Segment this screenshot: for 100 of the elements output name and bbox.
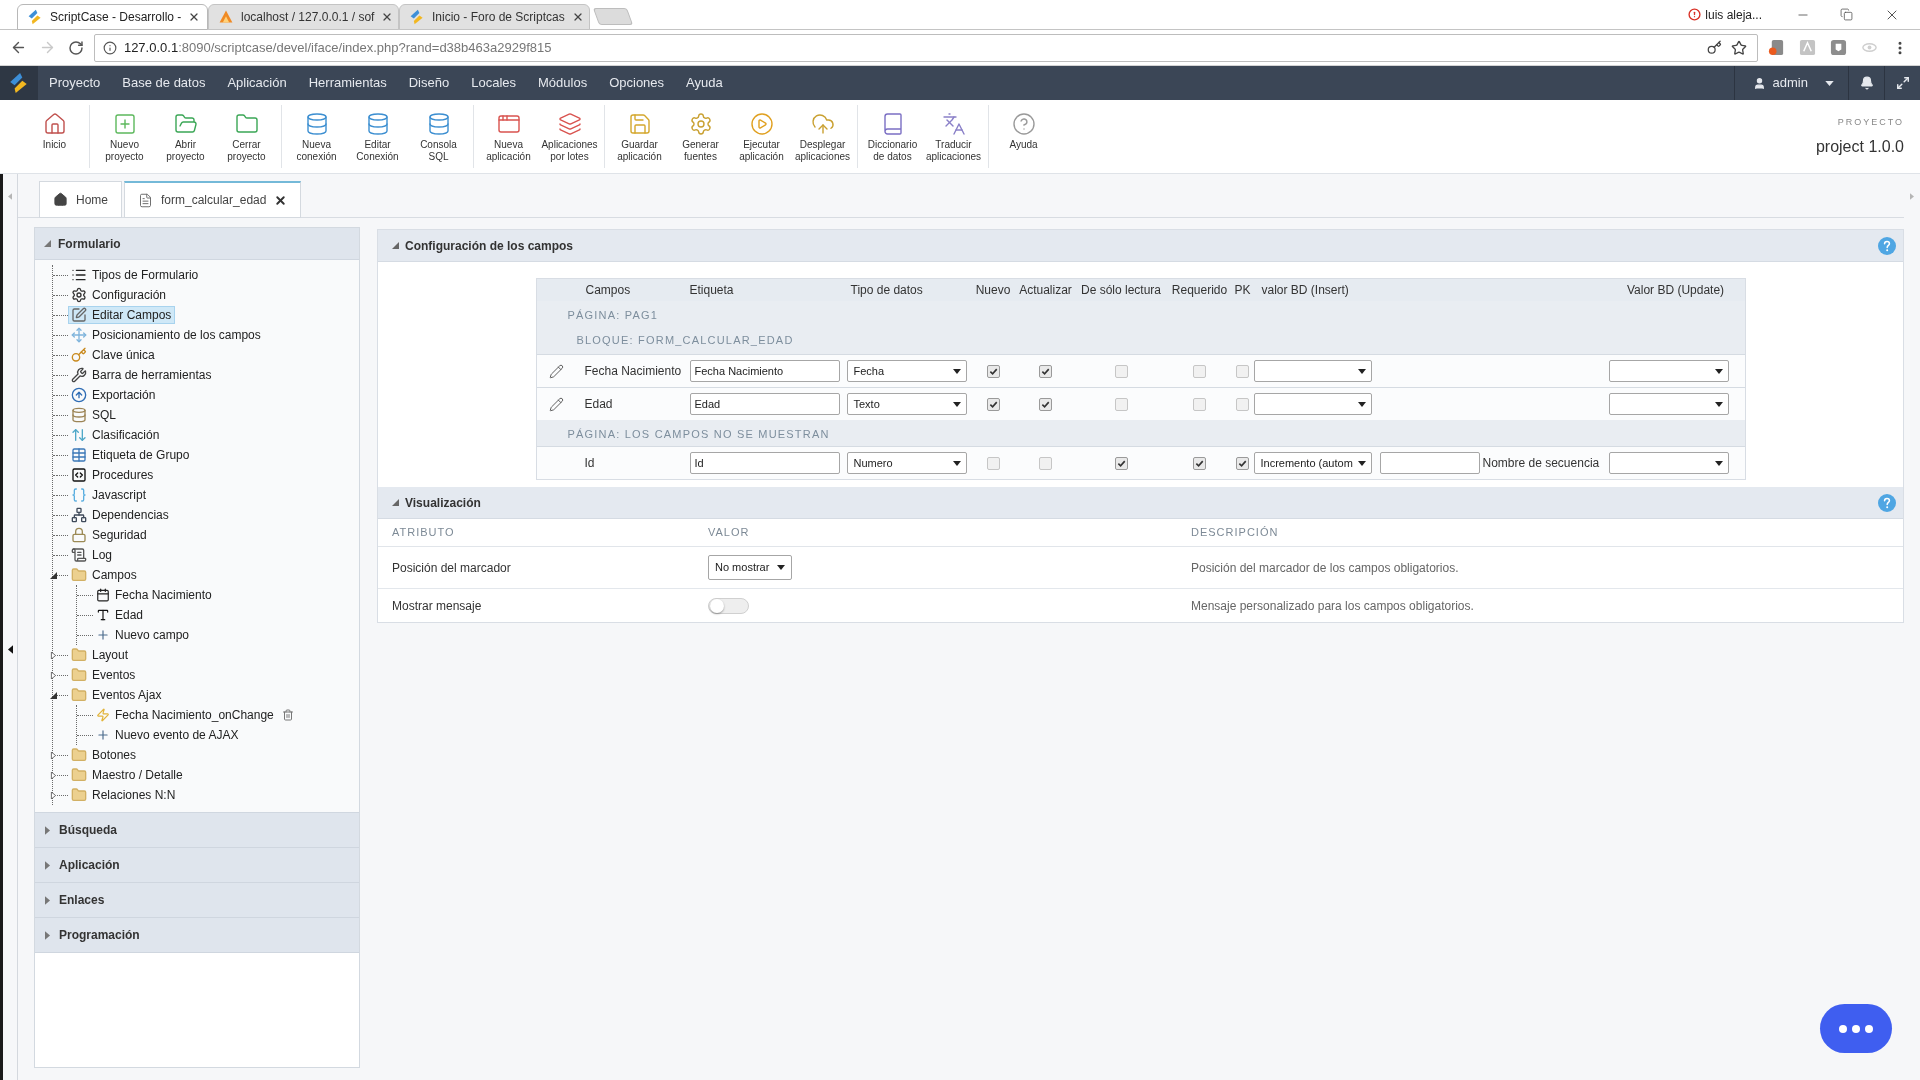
tree-item[interactable]: Barra de herramientas xyxy=(68,366,216,384)
checkbox[interactable] xyxy=(1236,456,1249,470)
checkbox[interactable] xyxy=(1114,397,1128,411)
menu-item[interactable]: Opciones xyxy=(598,66,676,100)
reload-icon[interactable] xyxy=(67,39,84,56)
toolbar-button[interactable]: Generar fuentes xyxy=(670,100,731,173)
collapse-triangle-icon[interactable] xyxy=(7,644,13,654)
tree-item[interactable]: Eventos Ajax xyxy=(68,686,166,704)
toolbar-button[interactable]: Guardar aplicación xyxy=(609,100,670,173)
section-header[interactable]: Aplicación xyxy=(35,848,359,883)
toolbar-button[interactable]: Traducir aplicaciones xyxy=(923,100,984,173)
section-header[interactable]: Búsqueda xyxy=(35,813,359,848)
menu-item[interactable]: Módulos xyxy=(527,66,599,100)
toolbar-button[interactable]: Inicio xyxy=(24,100,85,173)
toolbar-button[interactable]: Nueva aplicación xyxy=(478,100,539,173)
expand-triangle-icon[interactable] xyxy=(49,751,57,759)
toolbar-button[interactable]: Desplegar aplicaciones xyxy=(792,100,853,173)
toolbar-button[interactable]: Diccionario de datos xyxy=(862,100,923,173)
toolbar-button[interactable]: Editar Conexión xyxy=(347,100,408,173)
tree-item[interactable]: Nuevo evento de AJAX xyxy=(93,726,243,744)
tree-item[interactable]: Etiqueta de Grupo xyxy=(68,446,194,464)
toggle-switch[interactable] xyxy=(708,597,749,614)
select-field[interactable] xyxy=(1253,393,1372,415)
close-icon[interactable] xyxy=(274,193,288,207)
expand-triangle-icon[interactable] xyxy=(49,691,57,699)
menu-item[interactable]: Diseño xyxy=(397,66,461,100)
tree-item[interactable]: Layout xyxy=(68,646,133,664)
checkbox[interactable] xyxy=(1039,364,1052,378)
profile-button[interactable]: luis aleja... xyxy=(1688,5,1762,24)
tree-item[interactable]: Fecha Nacimiento_onChange xyxy=(93,706,278,724)
tree-item[interactable]: Procedures xyxy=(68,466,158,484)
select-field[interactable] xyxy=(1608,393,1729,415)
toolbar-button[interactable]: Abrir proyecto xyxy=(155,100,216,173)
tree-item[interactable]: Editar Campos xyxy=(68,306,176,324)
tree-item[interactable]: Botones xyxy=(68,746,141,764)
section-header[interactable]: Formulario xyxy=(35,228,359,260)
tree-item[interactable]: Exportación xyxy=(68,386,160,404)
label-input[interactable]: Edad xyxy=(689,393,840,415)
trash-icon[interactable] xyxy=(281,709,294,721)
select-field[interactable]: Incremento (autom xyxy=(1253,452,1372,474)
star-icon[interactable] xyxy=(1731,39,1747,56)
toolbar-button[interactable]: Nuevo proyecto xyxy=(94,100,155,173)
toolbar-button[interactable]: Nueva conexión xyxy=(286,100,347,173)
expand-triangle-icon[interactable] xyxy=(49,571,57,579)
tree-item[interactable]: Nuevo campo xyxy=(93,626,194,644)
expand-triangle-icon[interactable] xyxy=(49,651,57,659)
section-header[interactable]: Configuración de los campos xyxy=(392,236,574,255)
menu-item[interactable]: Locales xyxy=(460,66,527,100)
tree-item[interactable]: Fecha Nacimiento xyxy=(93,586,216,604)
tree-item[interactable]: Configuración xyxy=(68,286,171,304)
browser-tab[interactable]: Inicio - Foro de Scriptcas xyxy=(399,4,590,30)
chat-button[interactable] xyxy=(1820,1004,1892,1053)
browser-tab[interactable]: localhost / 127.0.0.1 / sof xyxy=(208,4,399,30)
select-field[interactable]: No mostrar xyxy=(708,555,792,580)
select-field[interactable] xyxy=(1608,360,1729,382)
tree-item[interactable]: Seguridad xyxy=(68,526,151,544)
select-field[interactable]: Texto xyxy=(846,393,967,415)
tree-item[interactable]: Posicionamiento de los campos xyxy=(68,326,265,344)
menu-item[interactable]: Proyecto xyxy=(38,66,112,100)
tree-item[interactable]: Tipos de Formulario xyxy=(68,266,203,284)
toolbar-button[interactable]: Ejecutar aplicación xyxy=(731,100,792,173)
address-field[interactable]: 127.0.0.1:8090/scriptcase/devel/iface/index.php?rand=d38b463a2929f815 xyxy=(93,33,1758,62)
checkbox[interactable] xyxy=(986,456,1000,470)
checkbox[interactable] xyxy=(1039,397,1052,411)
checkbox[interactable] xyxy=(1114,456,1128,470)
checkbox[interactable] xyxy=(1193,364,1206,378)
back-icon[interactable] xyxy=(10,39,27,56)
section-header[interactable]: Enlaces xyxy=(35,883,359,918)
expand-triangle-icon[interactable] xyxy=(49,791,57,799)
menu-item[interactable]: Ayuda xyxy=(675,66,734,100)
bell-icon[interactable] xyxy=(1859,76,1874,90)
checkbox[interactable] xyxy=(1114,364,1128,378)
section-header[interactable]: Programación xyxy=(35,918,359,953)
sequence-input[interactable] xyxy=(1379,452,1480,474)
checkbox[interactable] xyxy=(1236,364,1249,378)
tree-item[interactable]: Clave única xyxy=(68,346,159,364)
menu-item[interactable]: Base de datos xyxy=(111,66,217,100)
checkbox[interactable] xyxy=(986,397,1000,411)
extension-icon[interactable] xyxy=(1768,39,1785,56)
menu-item[interactable]: Aplicación xyxy=(216,66,298,100)
checkbox[interactable] xyxy=(1193,456,1206,470)
pencil-icon[interactable] xyxy=(549,396,564,412)
restore-icon[interactable] xyxy=(1840,8,1853,21)
tree-item[interactable]: Edad xyxy=(93,606,148,624)
extension-icon[interactable] xyxy=(1830,39,1847,56)
select-field[interactable]: Numero xyxy=(846,452,967,474)
checkbox[interactable] xyxy=(1039,456,1052,470)
checkbox[interactable] xyxy=(986,364,1000,378)
browser-tab[interactable]: ScriptCase - Desarrollo - xyxy=(17,4,208,30)
tree-item[interactable]: Relaciones N:N xyxy=(68,786,180,804)
tree-item[interactable]: Javascript xyxy=(68,486,151,504)
help-icon[interactable] xyxy=(1878,236,1896,255)
checkbox[interactable] xyxy=(1193,397,1206,411)
expand-triangle-icon[interactable] xyxy=(49,671,57,679)
menu-item[interactable]: Herramientas xyxy=(297,66,398,100)
tree-item[interactable]: Eventos xyxy=(68,666,140,684)
tree-item[interactable]: Maestro / Detalle xyxy=(68,766,187,784)
select-field[interactable]: Fecha xyxy=(846,360,967,382)
section-header[interactable]: Visualización xyxy=(392,493,481,512)
tree-item[interactable]: Campos xyxy=(68,566,141,584)
